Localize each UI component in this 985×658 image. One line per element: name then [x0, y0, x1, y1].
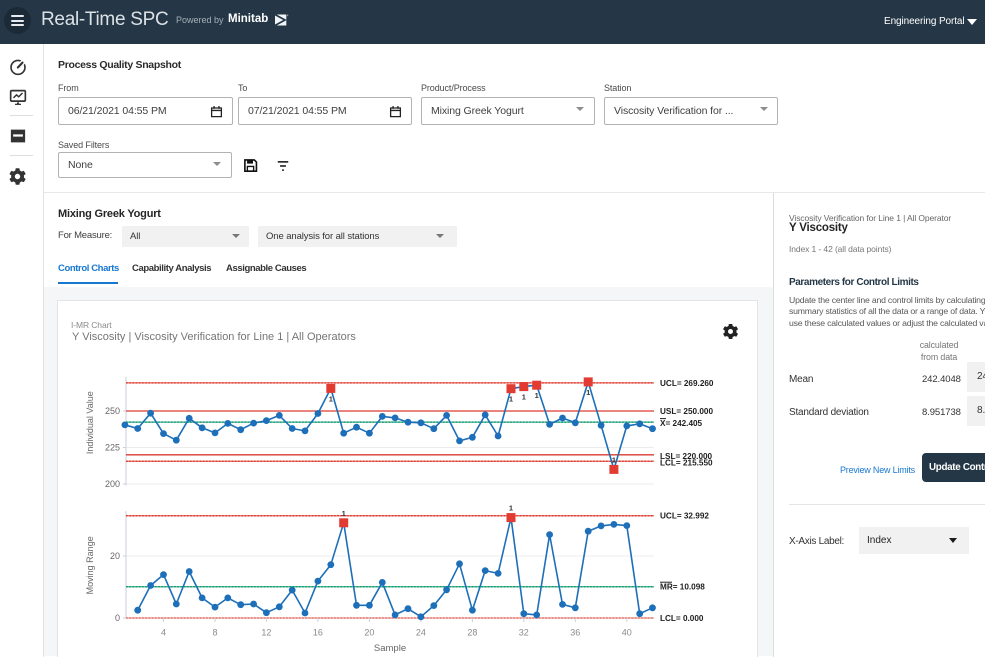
svg-text:1: 1: [329, 394, 333, 403]
svg-text:20: 20: [364, 628, 374, 638]
svg-text:Moving Range: Moving Range: [85, 536, 95, 594]
svg-text:12: 12: [261, 628, 271, 638]
svg-text:36: 36: [570, 628, 580, 638]
svg-text:1: 1: [342, 509, 346, 518]
svg-text:225: 225: [105, 443, 120, 453]
svg-text:UCL= 32.992: UCL= 32.992: [660, 512, 709, 521]
svg-text:0: 0: [115, 613, 120, 623]
svg-text:1: 1: [586, 388, 590, 397]
svg-text:LCL= 215.550: LCL= 215.550: [660, 458, 713, 467]
svg-text:250: 250: [105, 406, 120, 416]
svg-text:UCL= 269.260: UCL= 269.260: [660, 379, 714, 388]
svg-text:X= 242.405: X= 242.405: [660, 419, 703, 428]
svg-text:8: 8: [212, 628, 217, 638]
svg-text:4: 4: [161, 628, 166, 638]
svg-text:20: 20: [110, 551, 120, 561]
svg-text:32: 32: [519, 628, 529, 638]
svg-text:MR= 10.098: MR= 10.098: [660, 583, 705, 592]
svg-text:200: 200: [105, 479, 120, 489]
svg-text:1: 1: [535, 391, 539, 400]
svg-text:24: 24: [416, 628, 426, 638]
svg-text:1: 1: [612, 455, 616, 464]
svg-text:28: 28: [467, 628, 477, 638]
svg-text:40: 40: [622, 628, 632, 638]
svg-text:1: 1: [522, 393, 526, 402]
svg-text:USL= 250.000: USL= 250.000: [660, 407, 713, 416]
svg-text:Sample: Sample: [374, 643, 406, 654]
svg-text:Individual Value: Individual Value: [85, 391, 95, 454]
svg-text:16: 16: [313, 628, 323, 638]
svg-text:1: 1: [509, 395, 513, 404]
svg-text:1: 1: [509, 504, 513, 513]
svg-text:LCL= 0.000: LCL= 0.000: [660, 614, 704, 623]
